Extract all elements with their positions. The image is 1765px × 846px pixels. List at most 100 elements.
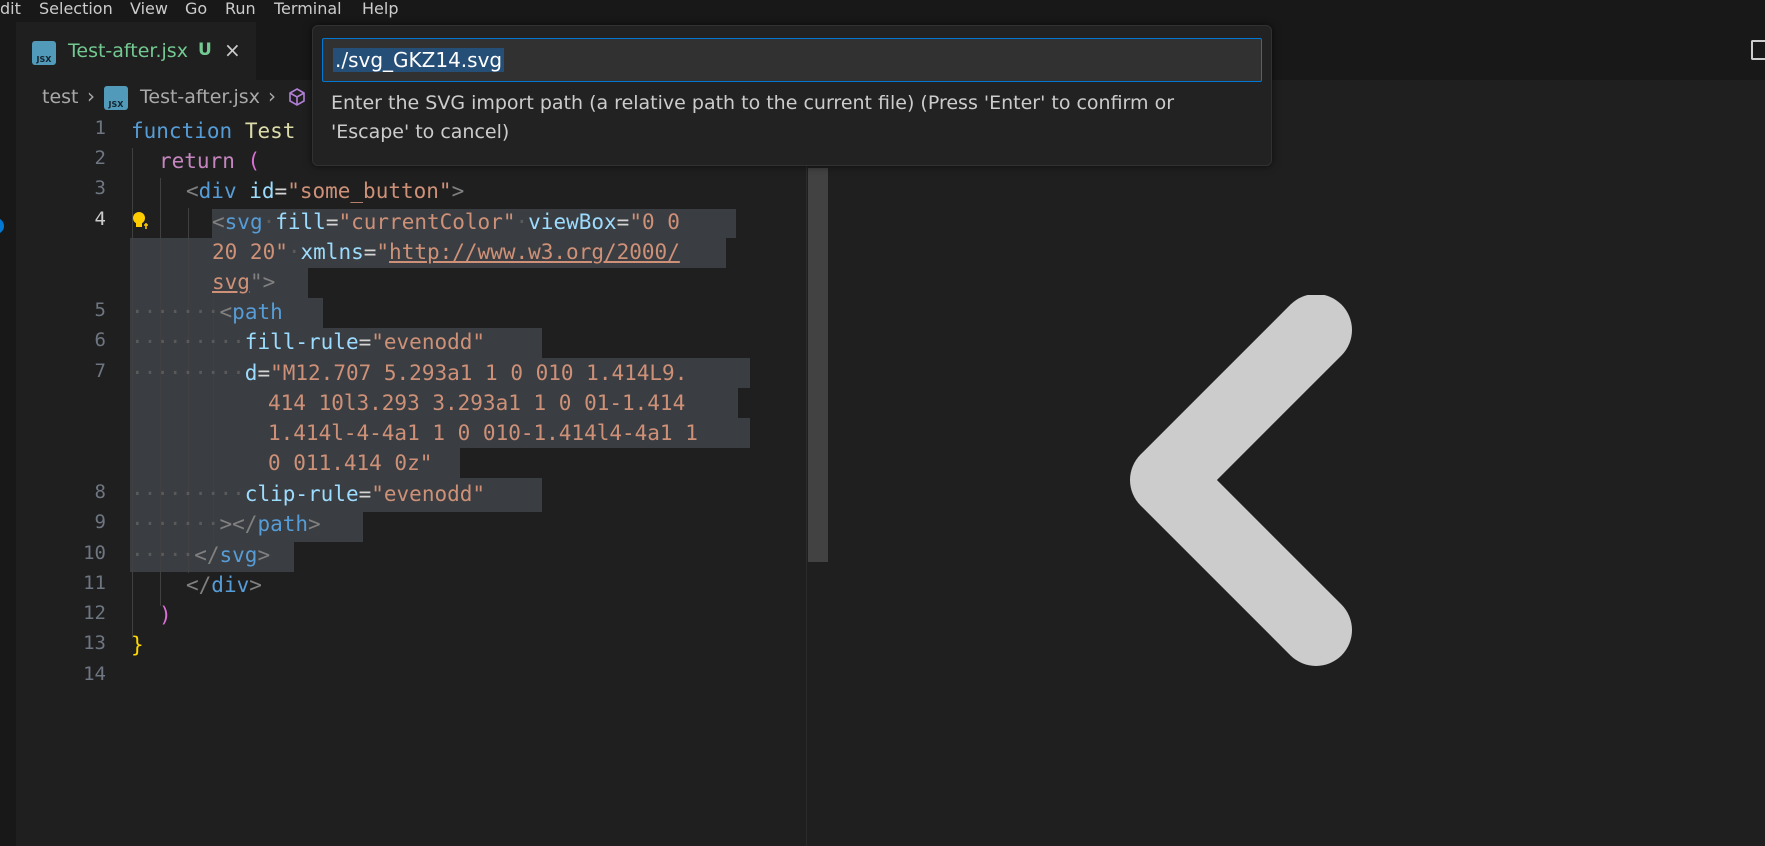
code-string: "M12.707 5.293a1 1 0 010 1.414L9. (270, 361, 688, 385)
menu-terminal[interactable]: Terminal (274, 0, 342, 20)
menu-help[interactable]: Help (362, 0, 398, 20)
close-icon[interactable]: × (224, 38, 241, 62)
svg-import-path-input[interactable]: ./svg_GKZ14.svg (322, 38, 1262, 82)
code-brace: } (131, 633, 144, 657)
line-number: 11 (83, 572, 106, 594)
code-attr: viewBox (528, 210, 617, 234)
code-line-7: ·········d="M12.707 5.293a1 1 0 010 1.41… (131, 361, 688, 385)
line-number: 8 (94, 481, 106, 503)
code-string: 0 011.414 0z" (268, 451, 433, 475)
code-string: 414 10l3.293 3.293a1 1 0 01-1.414 (268, 391, 686, 415)
chevron-left-icon (1130, 295, 1352, 666)
code-line-8: ·········clip-rule="evenodd" (131, 482, 486, 506)
git-status-badge: U (198, 40, 212, 60)
menu-go[interactable]: Go (185, 0, 207, 20)
chevron-right-icon: › (87, 84, 95, 108)
code-string: "evenodd" (371, 330, 486, 354)
line-number: 2 (94, 147, 106, 169)
lightbulb-icon[interactable] (130, 210, 152, 232)
code-bracket: > (308, 512, 321, 536)
code-bracket: < (186, 179, 199, 203)
code-line-12: ) (159, 600, 172, 630)
jsx-icon-label: JSX (36, 55, 52, 64)
code-string: "currentColor" (338, 210, 516, 234)
line-number: 10 (83, 542, 106, 564)
code-attr: id (249, 179, 275, 203)
code-string: "some_button" (287, 179, 452, 203)
line-number: 1 (94, 117, 106, 139)
menu-view[interactable]: View (130, 0, 168, 20)
code-line-7-wrap: 414 10l3.293 3.293a1 1 0 01-1.414 (268, 388, 685, 418)
svg-preview-pane (831, 80, 1765, 846)
jsx-icon-label: JSX (108, 100, 124, 109)
code-paren: ( (247, 149, 261, 173)
line-number: 14 (83, 663, 106, 685)
svg-import-path-value[interactable]: ./svg_GKZ14.svg (333, 48, 505, 72)
code-paren: ) (159, 603, 172, 627)
code-function-name: Test (244, 119, 296, 143)
code-bracket: </ (194, 543, 220, 567)
code-tag: path (232, 300, 283, 324)
symbol-method-icon[interactable] (288, 88, 306, 106)
code-line-9: ·······></path> (131, 512, 321, 536)
line-number: 3 (94, 177, 106, 199)
code-url-link[interactable]: http://www.w3.org/2000/ (389, 240, 680, 264)
code-tag: svg (224, 210, 263, 234)
code-bracket: "> (249, 270, 276, 294)
code-line-13: } (131, 630, 144, 660)
code-tag: svg (219, 543, 258, 567)
code-attr: d (244, 361, 258, 385)
line-number: 13 (83, 632, 106, 654)
code-string: "evenodd" (371, 482, 486, 506)
tab-test-after[interactable]: JSX Test-after.jsx U × (16, 22, 256, 80)
line-number-active: 4 (94, 208, 106, 230)
breadcrumb-file[interactable]: Test-after.jsx (140, 86, 260, 108)
code-line-4-wrap: 20 20"·xmlns="http://www.w3.org/2000/ (212, 240, 680, 264)
line-number: 6 (94, 329, 106, 351)
menu-selection[interactable]: Selection (39, 0, 113, 20)
code-editor[interactable]: 1 2 3 4 5 6 7 8 9 10 11 12 13 14 functio… (16, 116, 806, 846)
chevron-right-icon: › (268, 84, 276, 108)
code-attr: xmlns (300, 240, 364, 264)
quick-input-description: Enter the SVG import path (a relative pa… (331, 92, 1175, 143)
code-line-11: </div> (186, 570, 262, 600)
code-bracket: </ (186, 573, 212, 597)
menu-bar: dit Selection View Go Run Terminal Help (0, 0, 1765, 22)
code-tag: div (198, 179, 237, 203)
code-url-link[interactable]: svg (212, 270, 250, 294)
code-string: 20 20" (212, 240, 288, 264)
code-line-4-wrap: svg"> (212, 267, 275, 297)
jsx-file-icon: JSX (104, 86, 128, 110)
tab-label: Test-after.jsx (68, 40, 188, 62)
code-line-4: <svg·fill="currentColor"·viewBox="0 0 (212, 210, 680, 234)
code-line-3: <div id="some_button"> (186, 176, 464, 206)
code-bracket: > (249, 573, 262, 597)
split-editor-icon[interactable] (1751, 40, 1765, 60)
line-number: 7 (94, 360, 106, 382)
breadcrumb-folder[interactable]: test (42, 86, 79, 108)
line-number: 12 (83, 602, 106, 624)
line-number: 9 (94, 511, 106, 533)
code-attr: fill (275, 210, 326, 234)
code-line-6: ·········fill-rule="evenodd" (131, 330, 486, 354)
code-line-1: function Test (131, 116, 295, 146)
code-string: " (376, 240, 390, 264)
activity-strip (0, 22, 16, 846)
code-bracket: > (257, 543, 271, 567)
code-line-7-wrap: 0 011.414 0z" (268, 448, 432, 478)
code-line-5: ·······<path (131, 300, 283, 324)
editor-scrollbar-thumb[interactable] (808, 168, 828, 562)
jsx-file-icon: JSX (32, 41, 56, 65)
code-string: "0 0 (629, 210, 680, 234)
menu-run[interactable]: Run (225, 0, 256, 20)
code-line-7-wrap: 1.414l-4-4a1 1 0 010-1.414l4-4a1 1 (268, 418, 698, 448)
code-attr: fill-rule (244, 330, 359, 354)
code-keyword: function (131, 119, 233, 143)
code-string: 1.414l-4-4a1 1 0 010-1.414l4-4a1 1 (268, 421, 698, 445)
code-bracket: < (212, 210, 225, 234)
menu-edit[interactable]: dit (0, 0, 21, 20)
quick-input-widget: ./svg_GKZ14.svg Enter the SVG import pat… (312, 25, 1272, 166)
code-attr: clip-rule (244, 482, 359, 506)
code-keyword: return (159, 149, 235, 173)
line-number: 5 (94, 299, 106, 321)
